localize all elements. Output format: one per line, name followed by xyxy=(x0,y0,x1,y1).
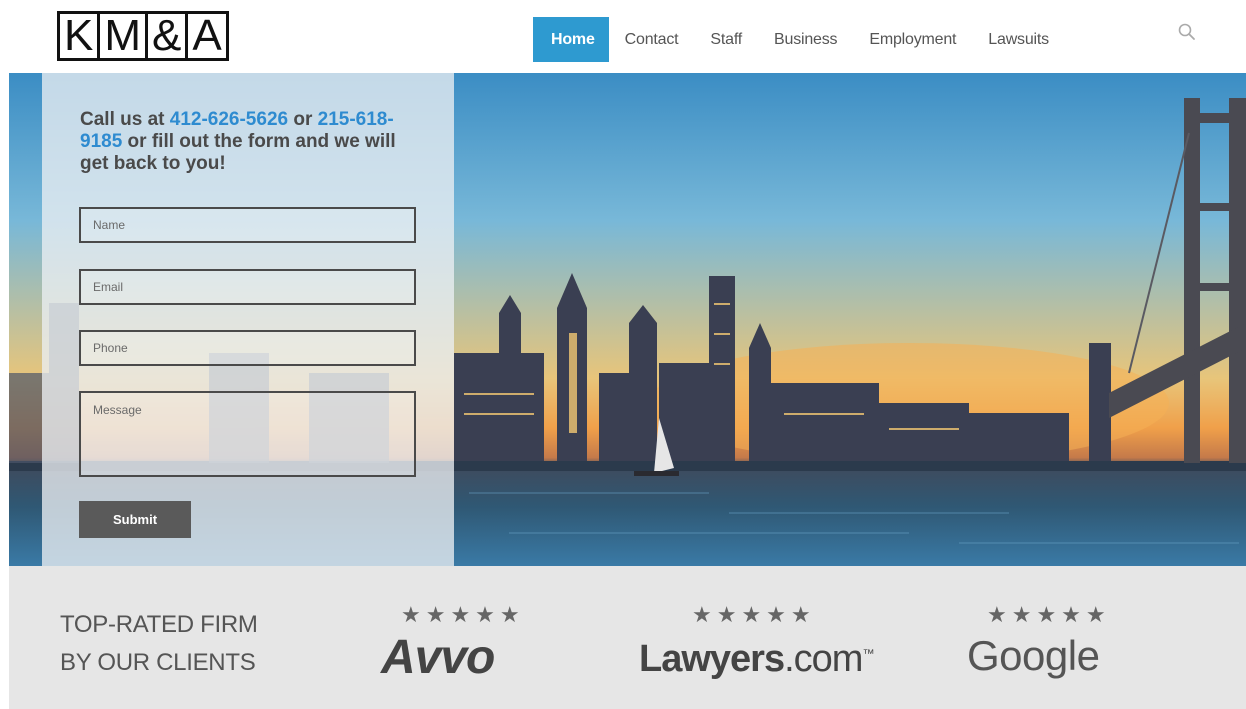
submit-button[interactable]: Submit xyxy=(79,501,191,538)
lawyers-com-stars: ★★★★★ xyxy=(692,602,816,627)
nav-contact[interactable]: Contact xyxy=(609,17,695,62)
site-header: K M & A Home Contact Staff Business Empl… xyxy=(0,0,1246,72)
message-field[interactable] xyxy=(79,391,416,477)
avvo-logo[interactable]: Avvo xyxy=(381,630,495,685)
call-prefix: Call us at xyxy=(80,109,170,130)
logo[interactable]: K M & A xyxy=(57,11,229,61)
nav-lawsuits[interactable]: Lawsuits xyxy=(972,17,1065,62)
nav-business[interactable]: Business xyxy=(758,17,853,62)
logo-letter-m: M xyxy=(100,14,149,58)
lawyers-com-main: Lawyers xyxy=(639,638,785,680)
lawyers-com-suffix: .com xyxy=(784,638,863,680)
tagline-line-1: TOP-RATED FIRM xyxy=(60,611,258,638)
lawyers-com-logo[interactable]: Lawyers.com™ xyxy=(639,638,874,681)
logo-letter-ampersand: & xyxy=(148,14,189,58)
nav-home[interactable]: Home xyxy=(533,17,609,62)
logo-letter-a: A xyxy=(192,11,222,60)
nav-staff[interactable]: Staff xyxy=(694,17,758,62)
search-icon[interactable] xyxy=(1177,22,1197,42)
lawyers-com-trademark: ™ xyxy=(862,646,874,661)
call-to-action-text: Call us at 412-626-5626 or 215-618-9185 … xyxy=(80,109,425,175)
phone-link-pittsburgh[interactable]: 412-626-5626 xyxy=(170,109,288,130)
tagline: TOP-RATED FIRM BY OUR CLIENTS xyxy=(60,606,258,682)
contact-form-panel: Call us at 412-626-5626 or 215-618-9185 … xyxy=(42,73,454,566)
hero-section: Call us at 412-626-5626 or 215-618-9185 … xyxy=(9,73,1246,566)
email-field[interactable] xyxy=(79,269,416,305)
call-mid: or xyxy=(288,109,318,130)
call-suffix: or fill out the form and we will get bac… xyxy=(80,131,396,174)
google-stars: ★★★★★ xyxy=(987,602,1111,627)
google-logo[interactable]: Google xyxy=(967,632,1100,680)
tagline-line-2: BY OUR CLIENTS xyxy=(60,649,256,676)
name-field[interactable] xyxy=(79,207,416,243)
main-nav: Home Contact Staff Business Employment L… xyxy=(533,17,1065,62)
ratings-section: TOP-RATED FIRM BY OUR CLIENTS ★★★★★ Avvo… xyxy=(9,566,1246,709)
nav-employment[interactable]: Employment xyxy=(853,17,972,62)
avvo-stars: ★★★★★ xyxy=(401,602,525,627)
phone-field[interactable] xyxy=(79,330,416,366)
logo-letter-k: K xyxy=(60,14,101,58)
